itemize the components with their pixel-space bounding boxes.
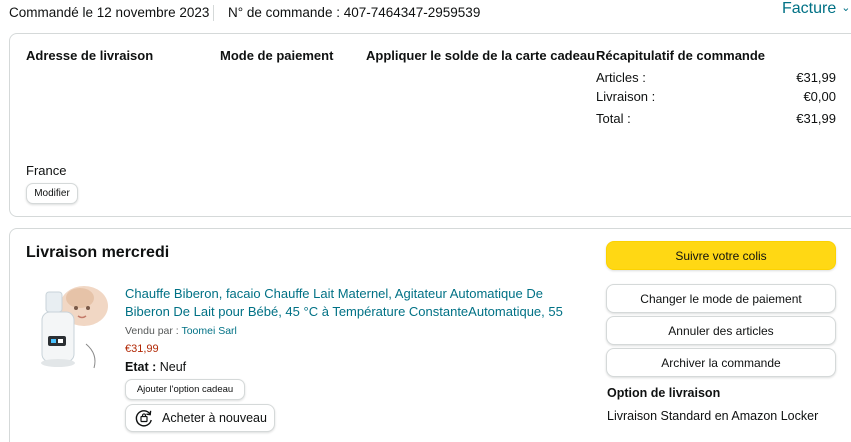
- header-divider: [213, 5, 214, 21]
- gift-card-heading: Appliquer le solde de la carte cadeau: [366, 48, 596, 63]
- condition-label: Etat :: [125, 360, 157, 374]
- order-date: Commandé le 12 novembre 2023: [9, 5, 210, 20]
- seller-link[interactable]: Toomei Sarl: [181, 325, 236, 337]
- buy-again-label: Acheter à nouveau: [162, 411, 267, 425]
- summary-shipping-label: Livraison :: [596, 89, 656, 104]
- modify-address-button[interactable]: Modifier: [26, 183, 78, 204]
- summary-row-items: Articles : €31,99: [596, 70, 836, 85]
- summary-total-label: Total :: [596, 111, 631, 126]
- order-details-card: Adresse de livraison Mode de paiement Ap…: [9, 33, 851, 217]
- order-number: N° de commande : 407-7464347-2959539: [228, 5, 481, 20]
- condition-value: Neuf: [159, 360, 187, 374]
- track-package-button[interactable]: Suivre votre colis: [606, 241, 836, 270]
- summary-row-total: Total : €31,99: [596, 111, 836, 126]
- summary-total-value: €31,99: [796, 111, 836, 126]
- rebuy-icon: [135, 410, 152, 427]
- product-condition: Etat : Neuf: [125, 360, 186, 374]
- change-payment-button[interactable]: Changer le mode de paiement: [606, 284, 836, 313]
- delivery-option-value: Livraison Standard en Amazon Locker: [607, 409, 819, 423]
- delivery-title: Livraison mercredi: [26, 244, 170, 261]
- shipping-address-heading: Adresse de livraison: [26, 48, 154, 63]
- chevron-down-icon: ⌄: [841, 2, 851, 14]
- delivery-option-heading: Option de livraison: [607, 386, 721, 400]
- archive-order-button[interactable]: Archiver la commande: [606, 348, 836, 377]
- product-title-link[interactable]: Chauffe Biberon, facaio Chauffe Lait Mat…: [125, 285, 575, 321]
- shipment-card: Livraison mercredi Chauffe Biberon, faca…: [9, 228, 851, 442]
- seller-line: Vendu par : Toomei Sarl: [125, 325, 237, 337]
- payment-method-heading: Mode de paiement: [220, 48, 334, 63]
- product-price: €31,99: [125, 343, 159, 355]
- address-country: France: [26, 163, 67, 178]
- invoice-link[interactable]: Facture ⌄: [782, 0, 850, 18]
- buy-again-button[interactable]: Acheter à nouveau: [125, 404, 275, 432]
- summary-items-value: €31,99: [796, 70, 836, 85]
- summary-shipping-value: €0,00: [803, 89, 836, 104]
- summary-items-label: Articles :: [596, 70, 646, 85]
- summary-row-shipping: Livraison : €0,00: [596, 89, 836, 104]
- order-header: Commandé le 12 novembre 2023 N° de comma…: [0, 0, 851, 26]
- invoice-label: Facture: [782, 0, 837, 17]
- product-image[interactable]: [32, 284, 108, 370]
- seller-prefix: Vendu par :: [125, 325, 182, 337]
- cancel-items-button[interactable]: Annuler des articles: [606, 316, 836, 345]
- order-summary-heading: Récapitulatif de commande: [596, 48, 766, 63]
- add-gift-option-button[interactable]: Ajouter l'option cadeau: [125, 379, 245, 400]
